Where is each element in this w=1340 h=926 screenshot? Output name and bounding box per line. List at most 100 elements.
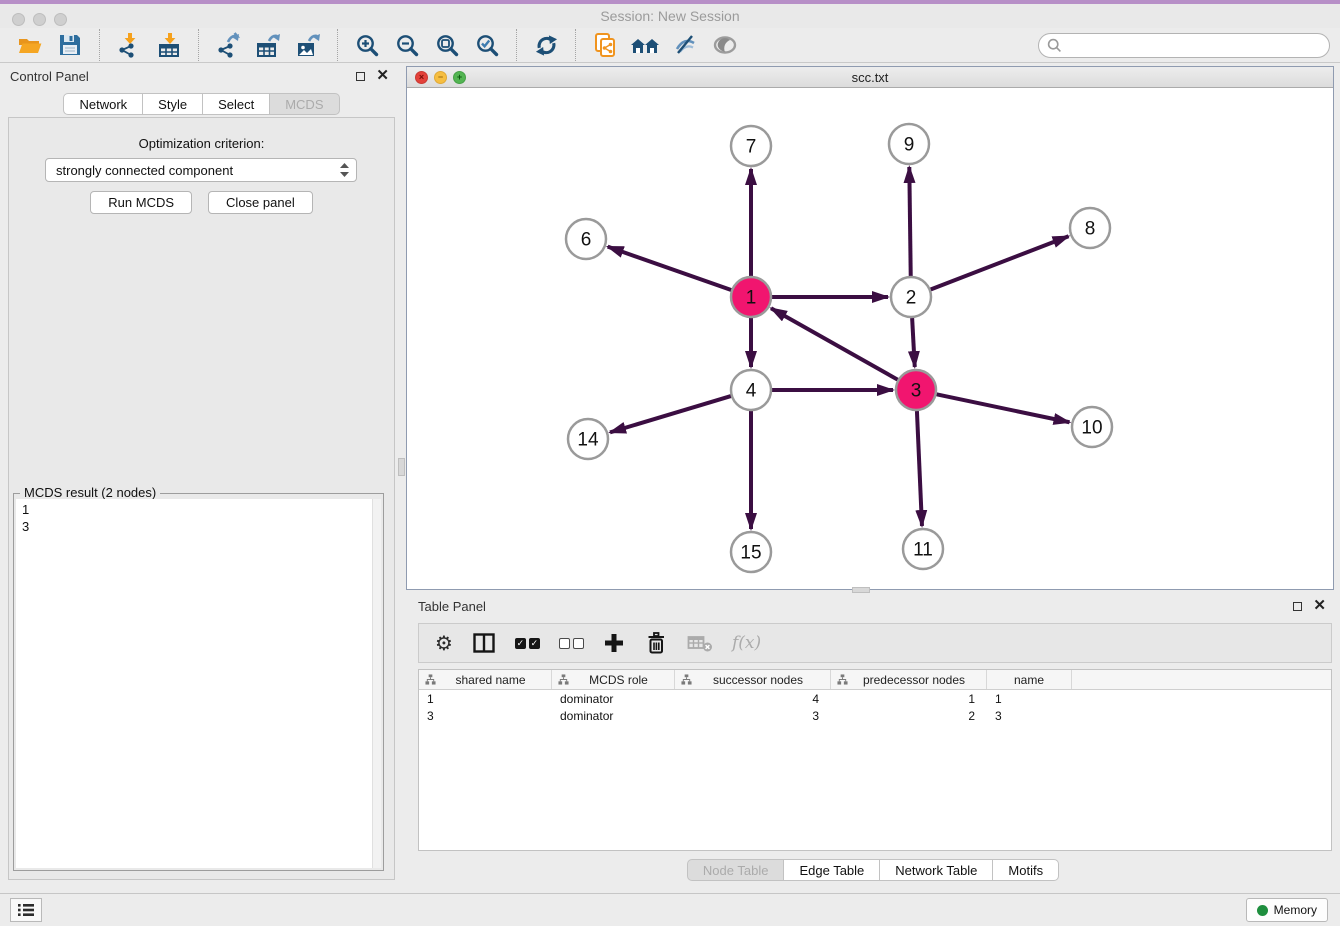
import-table-icon[interactable] (153, 30, 185, 60)
node-label: 10 (1081, 418, 1102, 439)
graph-node-14[interactable]: 14 (568, 419, 608, 459)
node-label: 4 (746, 381, 757, 402)
graph-node-10[interactable]: 10 (1072, 407, 1112, 447)
edge-3-10[interactable] (937, 394, 1070, 422)
deselect-all-icon[interactable] (559, 629, 584, 657)
main-toolbar (0, 28, 1340, 63)
export-table-icon[interactable] (252, 30, 284, 60)
control-panel-title: Control Panel (0, 69, 89, 84)
optimization-criterion-dropdown[interactable]: strongly connected component (45, 158, 357, 182)
tab-node-table[interactable]: Node Table (687, 859, 785, 881)
network-view-window: × − + scc.txt 7 9 6 8 1 2 4 3 14 10 15 11 (406, 66, 1334, 590)
delete-column-icon[interactable] (644, 629, 668, 657)
cell-mcds-role: dominator (552, 709, 675, 723)
add-column-icon[interactable] (603, 629, 625, 657)
float-panel-icon[interactable] (356, 72, 365, 81)
panel-splitter-handle[interactable] (398, 458, 405, 476)
close-panel-icon[interactable]: ✕ (376, 71, 389, 81)
graph-node-3[interactable]: 3 (896, 370, 936, 410)
clone-network-icon[interactable] (589, 30, 621, 60)
show-panels-icon[interactable] (709, 30, 741, 60)
refresh-layout-icon[interactable] (530, 30, 562, 60)
zoom-in-icon[interactable] (351, 30, 383, 60)
graph-node-11[interactable]: 11 (903, 529, 943, 569)
mcds-result-scrollbar[interactable] (372, 499, 381, 868)
node-label: 3 (911, 381, 922, 402)
open-folder-icon[interactable] (14, 30, 46, 60)
search-box[interactable] (1038, 33, 1330, 58)
tab-network[interactable]: Network (63, 93, 143, 115)
zoom-fit-icon[interactable] (431, 30, 463, 60)
export-image-icon[interactable] (292, 30, 324, 60)
mcds-result-group: MCDS result (2 nodes) 1 3 (13, 493, 384, 871)
column-header-mcds-role[interactable]: MCDS role (552, 670, 675, 689)
run-mcds-button[interactable]: Run MCDS (90, 191, 192, 214)
cell-successor-nodes: 4 (675, 692, 831, 706)
minimize-window-icon[interactable] (33, 13, 46, 26)
table-panel-header: Table Panel ✕ (406, 593, 1340, 619)
float-table-panel-icon[interactable] (1293, 602, 1302, 611)
close-panel-button[interactable]: Close panel (208, 191, 313, 214)
table-panel-title: Table Panel (406, 599, 486, 614)
tab-select[interactable]: Select (203, 93, 270, 115)
graph-node-15[interactable]: 15 (731, 532, 771, 572)
close-table-panel-icon[interactable]: ✕ (1313, 601, 1326, 611)
network-window-titlebar[interactable]: × − + scc.txt (407, 67, 1333, 88)
tab-edge-table[interactable]: Edge Table (784, 859, 880, 881)
settings-gear-icon[interactable]: ⚙ (435, 629, 453, 657)
graph-node-1[interactable]: 1 (731, 277, 771, 317)
node-table[interactable]: shared name MCDS role successor nodes pr… (418, 669, 1332, 851)
column-header-name[interactable]: name (987, 670, 1072, 689)
edge-3-1[interactable] (771, 308, 898, 379)
tab-network-table[interactable]: Network Table (880, 859, 993, 881)
edge-2-9[interactable] (909, 167, 910, 276)
edge-4-14[interactable] (610, 396, 731, 432)
save-session-icon[interactable] (54, 30, 86, 60)
table-row[interactable]: 1 dominator 4 1 1 (419, 690, 1331, 707)
zoom-out-icon[interactable] (391, 30, 423, 60)
graph-node-7[interactable]: 7 (731, 126, 771, 166)
genemania-homes-icon[interactable] (629, 30, 661, 60)
column-layout-icon[interactable] (472, 629, 496, 657)
network-maximize-icon[interactable]: + (453, 71, 466, 84)
graph-node-6[interactable]: 6 (566, 219, 606, 259)
mcds-result-list[interactable]: 1 3 (16, 499, 381, 868)
network-close-icon[interactable]: × (415, 71, 428, 84)
graph-node-8[interactable]: 8 (1070, 208, 1110, 248)
graph-node-4[interactable]: 4 (731, 370, 771, 410)
tab-mcds[interactable]: MCDS (270, 93, 339, 115)
graph-node-9[interactable]: 9 (889, 124, 929, 164)
tab-style[interactable]: Style (143, 93, 203, 115)
select-all-icon[interactable]: ✓✓ (515, 629, 540, 657)
mcds-result-line: 3 (22, 518, 381, 535)
maximize-window-icon[interactable] (54, 13, 67, 26)
toolbar-separator (99, 29, 100, 61)
memory-button[interactable]: Memory (1246, 898, 1328, 922)
column-tree-icon (558, 674, 569, 685)
search-input[interactable] (1067, 38, 1321, 53)
hide-panels-icon[interactable] (669, 30, 701, 60)
cell-shared-name: 1 (419, 692, 552, 706)
tab-motifs[interactable]: Motifs (993, 859, 1059, 881)
mcds-result-title: MCDS result (2 nodes) (20, 485, 160, 500)
edge-3-11[interactable] (917, 411, 922, 526)
network-minimize-icon[interactable]: − (434, 71, 447, 84)
edge-2-8[interactable] (931, 236, 1069, 289)
export-network-icon[interactable] (212, 30, 244, 60)
zoom-selected-icon[interactable] (471, 30, 503, 60)
column-header-shared-name[interactable]: shared name (419, 670, 552, 689)
close-window-icon[interactable] (12, 13, 25, 26)
import-network-icon[interactable] (113, 30, 145, 60)
table-row[interactable]: 3 dominator 3 2 3 (419, 707, 1331, 724)
edge-1-6[interactable] (608, 247, 731, 290)
column-header-predecessor-nodes[interactable]: predecessor nodes (831, 670, 987, 689)
window-controls[interactable] (12, 13, 67, 26)
edge-2-3[interactable] (912, 318, 915, 367)
column-header-successor-nodes[interactable]: successor nodes (675, 670, 831, 689)
graph-node-2[interactable]: 2 (891, 277, 931, 317)
network-canvas[interactable]: 7 9 6 8 1 2 4 3 14 10 15 11 (407, 88, 1333, 589)
task-history-button[interactable] (10, 898, 42, 922)
status-bar: Memory (0, 893, 1340, 926)
cell-mcds-role: dominator (552, 692, 675, 706)
cell-name: 3 (987, 709, 1072, 723)
